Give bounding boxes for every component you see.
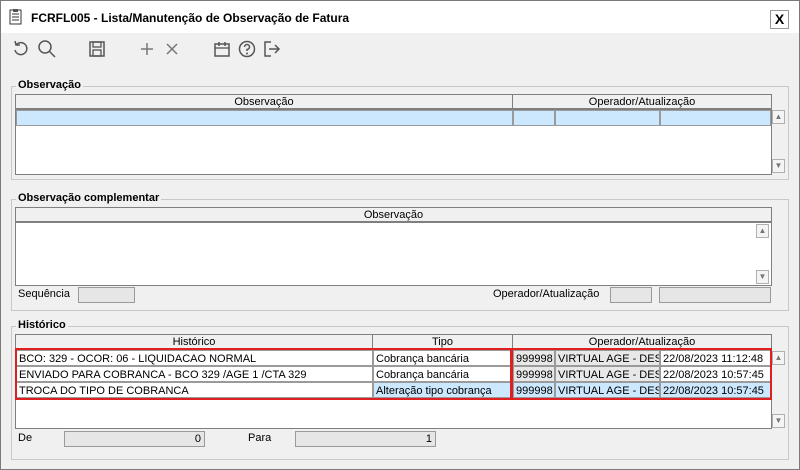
close-button[interactable]: X — [770, 10, 789, 29]
para-field[interactable]: 1 — [295, 431, 436, 447]
main-window: FCRFL005 - Lista/Manutenção de Observaçã… — [0, 0, 800, 470]
table-row-data[interactable]: 22/08/2023 10:57:45 — [660, 366, 771, 382]
observacao-row-cell[interactable] — [660, 110, 771, 126]
save-icon[interactable] — [87, 39, 107, 59]
table-row-data[interactable]: 22/08/2023 11:12:48 — [660, 350, 771, 366]
table-row-tipo[interactable]: Alteração tipo cobrança — [373, 382, 513, 398]
table-row-codigo[interactable]: 999998 — [513, 366, 555, 382]
delete-icon[interactable] — [162, 39, 182, 59]
operador-label: Operador/Atualização — [493, 288, 600, 300]
title-bar: FCRFL005 - Lista/Manutenção de Observaçã… — [1, 1, 799, 33]
observacao-group-title: Observação — [16, 79, 83, 91]
para-label: Para — [248, 432, 272, 444]
scroll-up-button[interactable]: ▲ — [772, 351, 785, 365]
table-row-historico[interactable]: TROCA DO TIPO DE COBRANCA — [16, 382, 373, 398]
table-row-historico[interactable]: BCO: 329 - OCOR: 06 - LIQUIDACAO NORMAL — [16, 350, 373, 366]
refresh-icon[interactable] — [11, 39, 31, 59]
observacao-row-cell[interactable] — [555, 110, 660, 126]
table-row-tipo[interactable]: Cobrança bancária — [373, 366, 513, 382]
table-row-operador[interactable]: VIRTUAL AGE - DESE — [555, 382, 660, 398]
help-icon[interactable] — [237, 39, 257, 59]
col-header-operador-atualizacao[interactable]: Operador/Atualização — [512, 334, 772, 349]
calendar-icon[interactable] — [212, 39, 232, 59]
de-field[interactable]: 0 — [64, 431, 205, 447]
de-label: De — [18, 432, 33, 444]
historico-group-title: Histórico — [16, 319, 68, 331]
table-row-tipo[interactable]: Cobrança bancária — [373, 350, 513, 366]
sequencia-field[interactable] — [78, 287, 135, 303]
scroll-down-button[interactable]: ▼ — [756, 270, 769, 284]
document-icon — [9, 9, 23, 25]
scroll-up-button[interactable]: ▲ — [772, 110, 785, 124]
operador-date-field[interactable] — [659, 287, 771, 303]
scroll-down-button[interactable]: ▼ — [772, 414, 785, 428]
scroll-up-button[interactable]: ▲ — [756, 224, 769, 238]
operador-code-field[interactable] — [610, 287, 652, 303]
observacao-row-cell[interactable] — [16, 110, 513, 126]
complementar-textarea[interactable] — [15, 222, 772, 286]
col-header-tipo[interactable]: Tipo — [372, 334, 513, 349]
table-row-codigo[interactable]: 999998 — [513, 350, 555, 366]
scroll-down-button[interactable]: ▼ — [772, 159, 785, 173]
sequencia-label: Sequência — [18, 288, 70, 300]
table-row-codigo[interactable]: 999998 — [513, 382, 555, 398]
toolbar — [1, 33, 799, 63]
col-header-operador[interactable]: Operador/Atualização — [512, 94, 772, 109]
exit-icon[interactable] — [262, 39, 282, 59]
table-row-historico[interactable]: ENVIADO PARA COBRANCA - BCO 329 /AGE 1 /… — [16, 366, 373, 382]
table-row-operador[interactable]: VIRTUAL AGE - DESE — [555, 350, 660, 366]
observacao-row-cell[interactable] — [513, 110, 555, 126]
search-icon[interactable] — [37, 39, 57, 59]
table-row-operador[interactable]: VIRTUAL AGE - DESE — [555, 366, 660, 382]
col-header-historico[interactable]: Histórico — [15, 334, 373, 349]
table-row-data[interactable]: 22/08/2023 10:57:45 — [660, 382, 771, 398]
add-icon[interactable] — [137, 39, 157, 59]
complementar-group-title: Observação complementar — [16, 192, 162, 204]
col-header-observacao[interactable]: Observação — [15, 94, 513, 109]
window-title: FCRFL005 - Lista/Manutenção de Observaçã… — [31, 11, 350, 25]
col-header-complementar[interactable]: Observação — [15, 207, 772, 222]
